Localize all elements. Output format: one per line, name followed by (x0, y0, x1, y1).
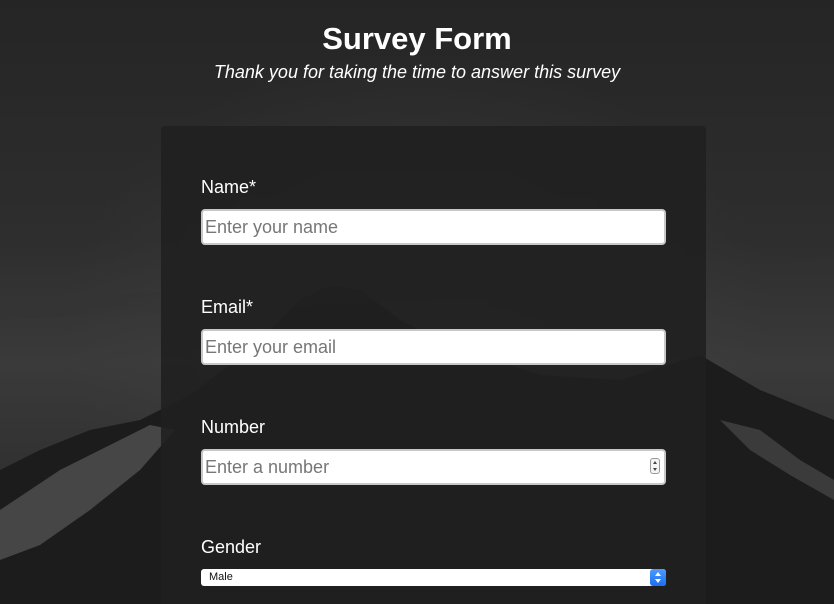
email-field-group: Email* (201, 296, 666, 365)
name-input[interactable] (201, 209, 666, 245)
email-input[interactable] (201, 329, 666, 365)
stepper-icon[interactable] (650, 458, 660, 474)
gender-label: Gender (201, 537, 262, 557)
page-title: Survey Form (322, 21, 512, 56)
gender-select[interactable]: Male (201, 569, 666, 586)
page-description: Thank you for taking the time to answer … (213, 62, 621, 82)
number-label: Number (201, 417, 266, 437)
number-field-group: Number (201, 416, 666, 485)
gender-selected-value: Male (209, 571, 233, 583)
name-label: Name* (201, 177, 257, 197)
name-field-group: Name* (201, 176, 666, 245)
number-input-wrapper (201, 449, 666, 485)
gender-field-group: Gender Male (201, 536, 666, 586)
survey-header: Survey Form Thank you for taking the tim… (0, 20, 834, 84)
survey-form: Name* Email* Number Gender Male (161, 126, 706, 604)
number-input[interactable] (201, 449, 666, 485)
chevron-updown-icon[interactable] (650, 569, 666, 586)
email-label: Email* (201, 297, 254, 317)
